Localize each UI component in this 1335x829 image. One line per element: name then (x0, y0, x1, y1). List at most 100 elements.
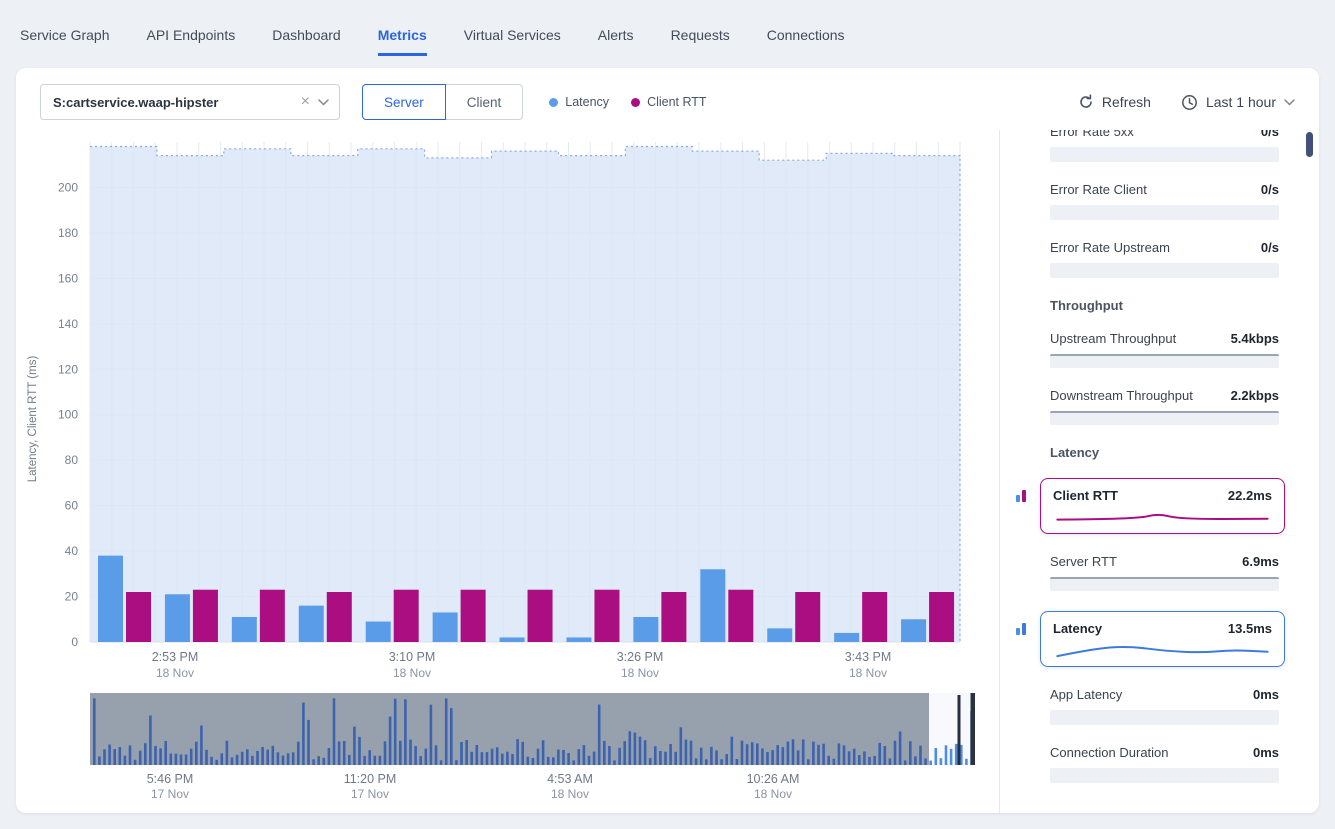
nav-item-connections[interactable]: Connections (767, 27, 845, 56)
svg-text:40: 40 (65, 544, 79, 558)
svg-text:4:53 AM: 4:53 AM (547, 772, 593, 786)
svg-text:140: 140 (58, 317, 78, 331)
metrics-panel-list: Error Rate 5xx 0/s Error Rate Client0/s Err… (1000, 130, 1319, 783)
metric-label: Server RTT (1050, 554, 1117, 569)
svg-text:3:10 PM: 3:10 PM (389, 650, 436, 664)
chart-toolbar: S:cartservice.waap-hipster × ServerClien… (16, 68, 1319, 130)
metric-sparkline-placeholder (1050, 577, 1279, 591)
metric-row-error-rate-upstream[interactable]: Error Rate Upstream 0/s (1050, 240, 1279, 278)
metric-value: 0/s (1261, 240, 1279, 255)
svg-text:17 Nov: 17 Nov (351, 787, 389, 801)
metric-row-error-rate-client[interactable]: Error Rate Client0/s (1050, 182, 1279, 220)
metric-value: 13.5ms (1228, 621, 1272, 636)
metric-sparkline-placeholder (1050, 354, 1279, 368)
metric-row-head: Upstream Throughput5.4kbps (1050, 331, 1279, 346)
svg-text:Latency, Client RTT (ms): Latency, Client RTT (ms) (27, 356, 39, 483)
metric-row-head: Connection Duration0ms (1050, 745, 1279, 760)
server-client-toggle: ServerClient (362, 84, 523, 120)
svg-text:180: 180 (58, 226, 78, 240)
service-select[interactable]: S:cartservice.waap-hipster × (40, 84, 340, 120)
svg-text:18 Nov: 18 Nov (156, 666, 194, 680)
icon-bar (1022, 490, 1026, 502)
svg-text:11:20 PM: 11:20 PM (344, 772, 397, 786)
metrics-side-panel: Error Rate 5xx 0/s Error Rate Client0/s Err… (999, 130, 1319, 813)
refresh-button[interactable]: Refresh (1078, 94, 1151, 110)
svg-text:17 Nov: 17 Nov (151, 787, 189, 801)
metric-row-connection-duration[interactable]: Connection Duration0ms (1050, 745, 1279, 783)
metric-row-head: Downstream Throughput2.2kbps (1050, 388, 1279, 403)
toggle-client[interactable]: Client (445, 84, 524, 120)
svg-text:18 Nov: 18 Nov (551, 787, 589, 801)
legend-item-latency: Latency (549, 95, 609, 109)
chevron-down-icon (1284, 99, 1295, 106)
metric-sparkline-placeholder (1050, 411, 1279, 425)
nav-item-alerts[interactable]: Alerts (598, 27, 634, 56)
section-latency: Latency (1050, 445, 1279, 460)
time-range-select[interactable]: Last 1 hour (1181, 94, 1295, 111)
metric-row-app-latency[interactable]: App Latency0ms (1050, 687, 1279, 725)
metric-label: Client RTT (1053, 488, 1118, 503)
metric-sparkline-placeholder (1050, 710, 1279, 725)
metric-label: App Latency (1050, 687, 1122, 702)
metric-card-latency[interactable]: Latency13.5ms (1040, 611, 1285, 667)
section-throughput: Throughput (1050, 298, 1279, 313)
metric-row-error-rate-5xx[interactable]: Error Rate 5xx 0/s (1050, 130, 1279, 162)
svg-text:160: 160 (58, 271, 78, 285)
metric-row-head: Latency13.5ms (1053, 621, 1272, 636)
metric-row-head: Error Rate Client0/s (1050, 182, 1279, 197)
icon-bar (1016, 495, 1020, 502)
metric-sparkline (1053, 506, 1272, 528)
metric-label: Connection Duration (1050, 745, 1169, 760)
legend-label: Latency (565, 95, 609, 109)
content-row: 020406080100120140160180200Latency, Clie… (16, 130, 1319, 813)
nav-item-api-endpoints[interactable]: API Endpoints (146, 27, 235, 56)
latency-bar-chart[interactable]: 020406080100120140160180200Latency, Clie… (16, 134, 991, 686)
svg-text:2:53 PM: 2:53 PM (152, 650, 199, 664)
refresh-icon (1078, 94, 1094, 110)
close-icon[interactable]: × (293, 94, 318, 110)
refresh-label: Refresh (1102, 94, 1151, 110)
metric-row-downstream-throughput[interactable]: Downstream Throughput2.2kbps (1050, 388, 1279, 425)
mini-chart-icon (1016, 488, 1030, 502)
svg-text:0: 0 (71, 635, 78, 649)
metric-card-client-rtt[interactable]: Client RTT22.2ms (1040, 478, 1285, 534)
svg-text:5:46 PM: 5:46 PM (147, 772, 194, 786)
metric-row-server-rtt[interactable]: Server RTT6.9ms (1050, 554, 1279, 591)
svg-text:100: 100 (58, 408, 78, 422)
svg-text:80: 80 (65, 453, 79, 467)
metric-card-body[interactable]: Client RTT22.2ms (1040, 478, 1285, 534)
metric-value: 0/s (1261, 130, 1279, 139)
chart-legend: Latency Client RTT (549, 95, 706, 109)
nav-item-service-graph[interactable]: Service Graph (20, 27, 109, 56)
metric-card-body[interactable]: Latency13.5ms (1040, 611, 1285, 667)
metric-sparkline-placeholder (1050, 768, 1279, 783)
svg-text:18 Nov: 18 Nov (621, 666, 659, 680)
nav-item-requests[interactable]: Requests (671, 27, 730, 56)
svg-text:3:43 PM: 3:43 PM (845, 650, 892, 664)
metric-sparkline-placeholder (1050, 147, 1279, 162)
legend-label: Client RTT (647, 95, 707, 109)
chevron-down-icon[interactable] (318, 99, 329, 106)
icon-bar (1022, 623, 1026, 635)
nav-item-dashboard[interactable]: Dashboard (272, 27, 341, 56)
metric-row-upstream-throughput[interactable]: Upstream Throughput5.4kbps (1050, 331, 1279, 368)
svg-text:60: 60 (65, 499, 79, 513)
metric-label: Upstream Throughput (1050, 331, 1176, 346)
nav-item-metrics[interactable]: Metrics (378, 27, 427, 56)
icon-bar (1016, 628, 1020, 635)
svg-text:18 Nov: 18 Nov (393, 666, 431, 680)
metric-row-head: Error Rate 5xx 0/s (1050, 130, 1279, 139)
metric-label: Error Rate 5xx (1050, 130, 1134, 139)
metric-row-head: App Latency0ms (1050, 687, 1279, 702)
svg-text:200: 200 (58, 180, 78, 194)
timeline-minimap[interactable]: 5:46 PM17 Nov11:20 PM17 Nov4:53 AM18 Nov… (16, 691, 991, 803)
toggle-server[interactable]: Server (362, 84, 446, 120)
scrollbar-thumb[interactable] (1306, 132, 1313, 157)
metric-label: Error Rate Upstream (1050, 240, 1170, 255)
nav-item-virtual-services[interactable]: Virtual Services (464, 27, 561, 56)
legend-item-client-rtt: Client RTT (631, 95, 707, 109)
svg-text:10:26 AM: 10:26 AM (747, 772, 800, 786)
service-select-value: S:cartservice.waap-hipster (53, 95, 218, 110)
legend-dot (631, 98, 640, 107)
clock-icon (1181, 94, 1198, 111)
